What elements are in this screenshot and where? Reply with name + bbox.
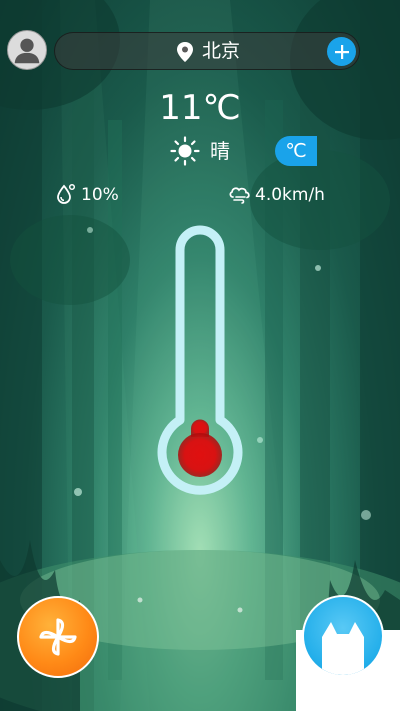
fan-button[interactable] [17,596,99,678]
cat-icon [322,622,364,675]
wind-icon [229,187,250,204]
mercury-bulb [178,433,222,477]
cat-button[interactable] [302,595,384,677]
city-name: 北京 [202,40,241,62]
wind-speed-value: 4.0km/h [255,185,325,205]
unit-toggle-button[interactable]: ℃ [275,136,317,166]
sun-icon [170,136,200,166]
location-bar[interactable]: 北京 [54,32,360,70]
pinwheel-icon [39,618,77,656]
location-pin-icon [177,42,193,62]
add-city-button[interactable] [327,37,356,66]
avatar-icon [14,38,40,64]
plus-icon [334,44,349,59]
weather-condition: 晴 [210,139,230,163]
droplet-icon [57,183,76,204]
thermometer [157,225,243,495]
temperature-value: 11℃ [159,88,241,128]
humidity-value: 10% [81,185,119,205]
profile-button[interactable] [7,30,47,70]
